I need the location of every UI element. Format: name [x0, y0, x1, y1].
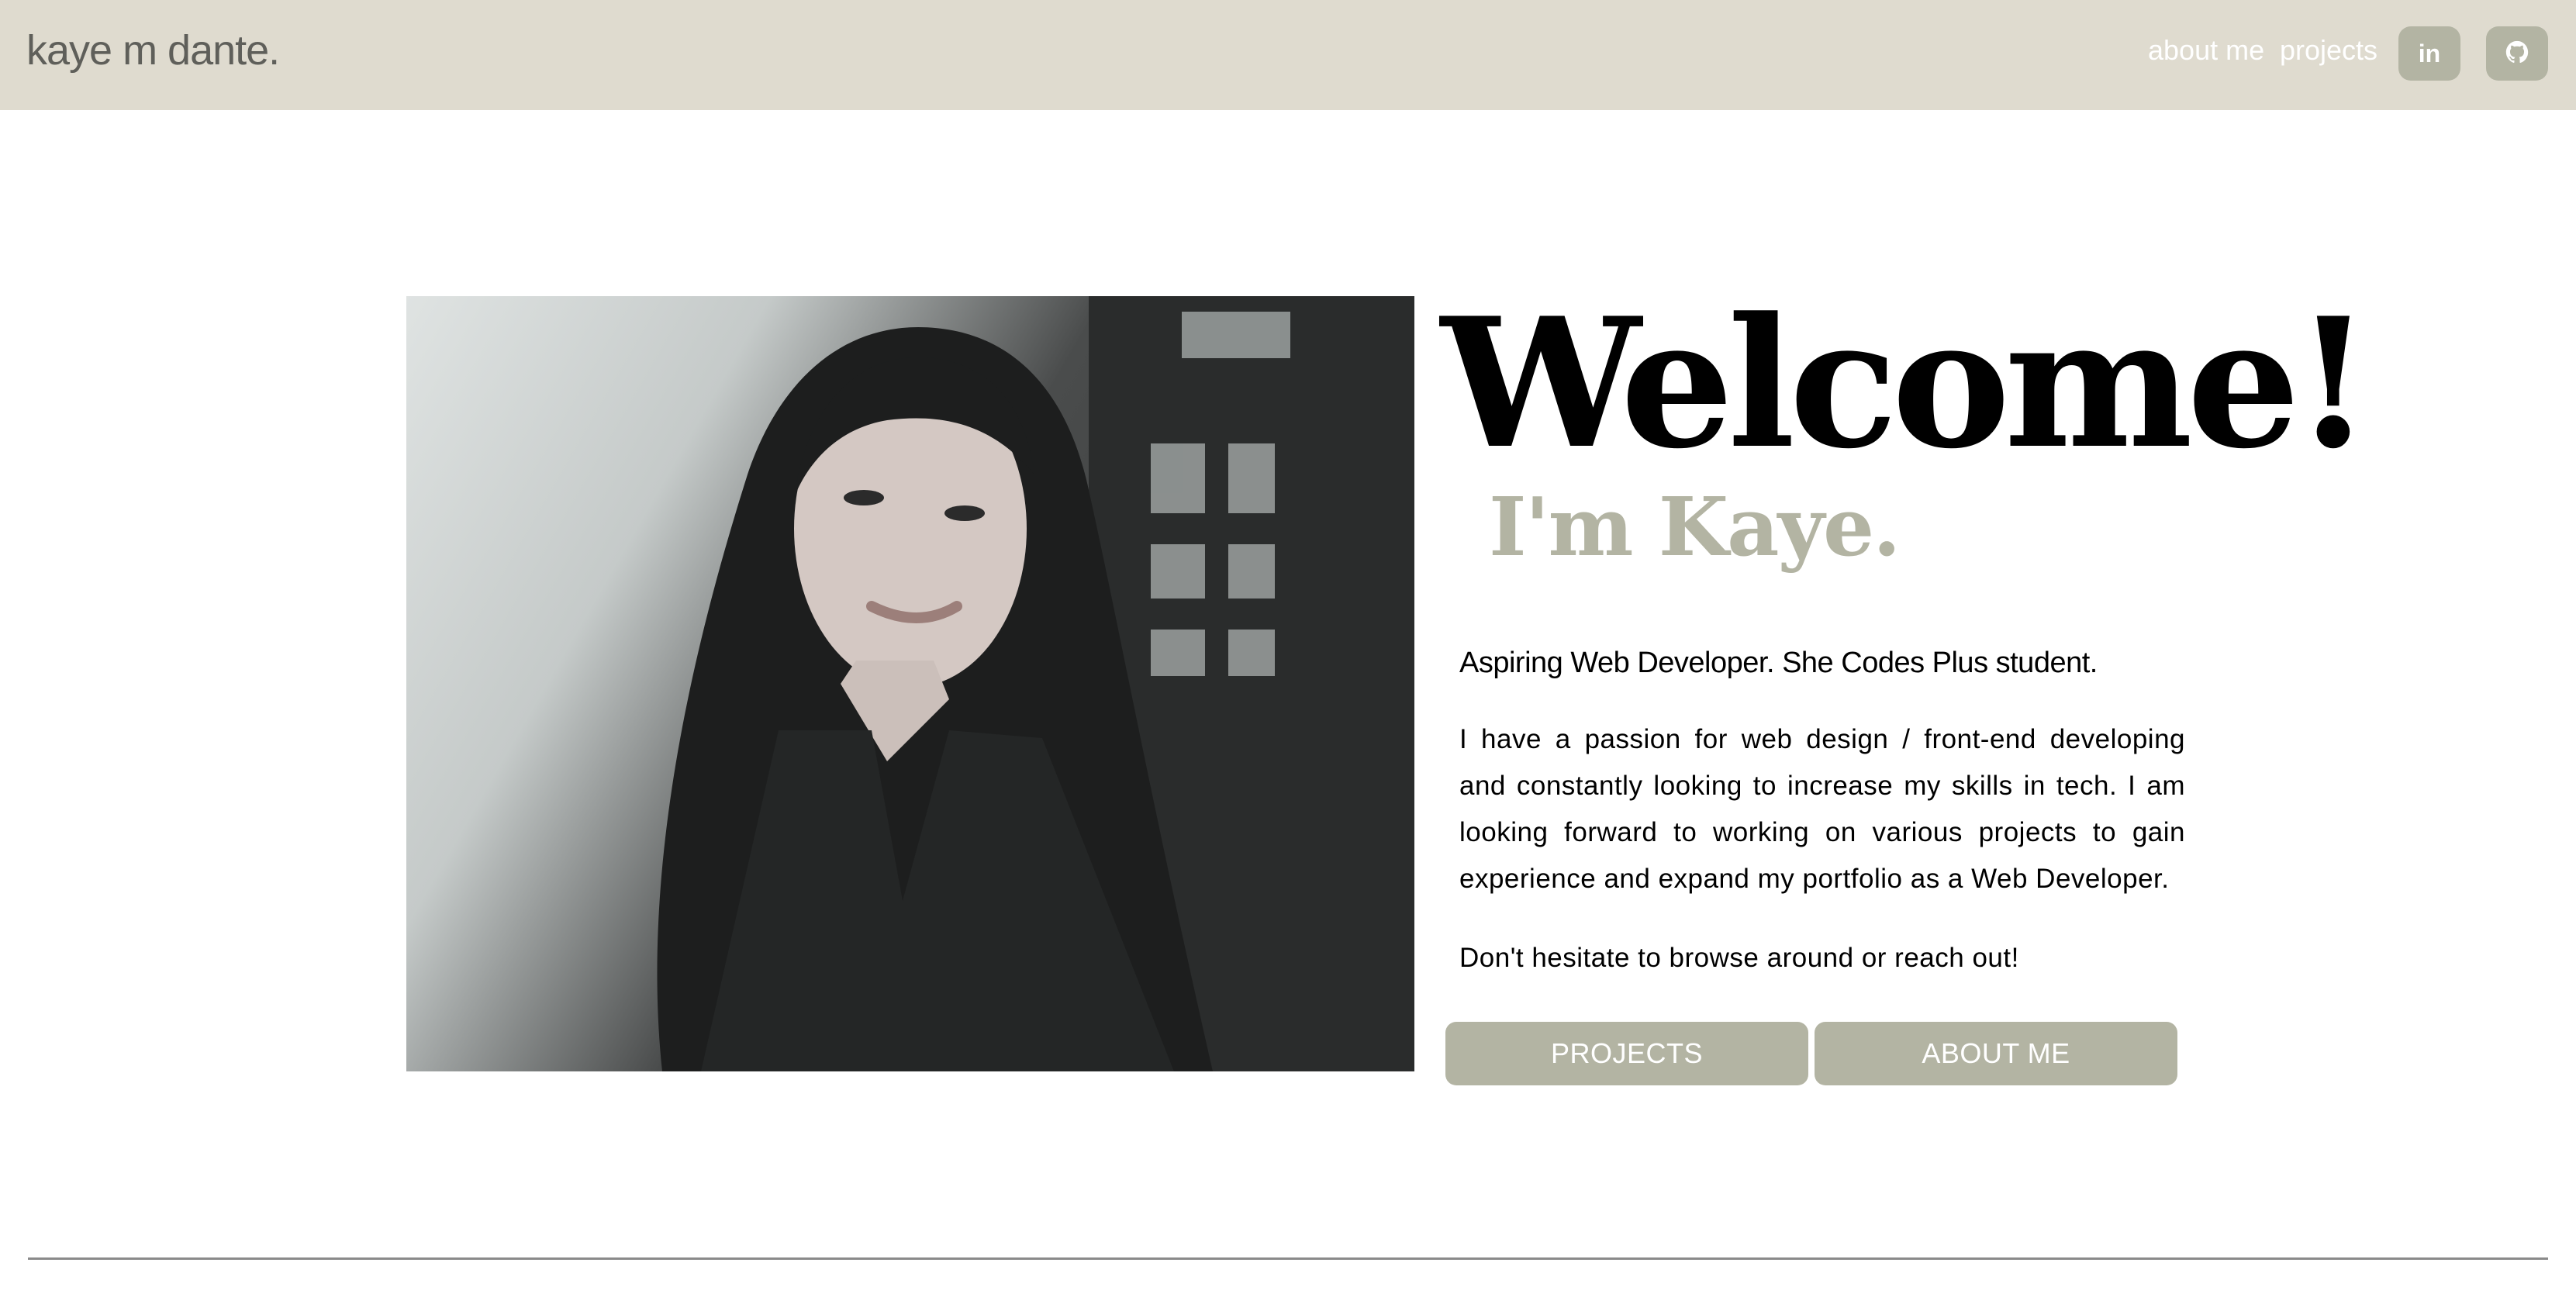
nav-link-about-me[interactable]: about me [2148, 34, 2264, 67]
footer-divider [28, 1257, 2548, 1260]
welcome-heading: Welcome! [1441, 279, 2372, 488]
linkedin-icon: in [2418, 39, 2441, 67]
github-icon [2504, 39, 2530, 69]
brand-logo[interactable]: kaye m dante. [26, 26, 280, 74]
nav-link-projects[interactable]: projects [2280, 34, 2377, 67]
about-me-button[interactable]: ABOUT ME [1815, 1022, 2177, 1085]
linkedin-button[interactable]: in [2398, 26, 2460, 81]
portrait-illustration [657, 296, 1414, 1071]
navbar: kaye m dante. about me projects in [0, 0, 2576, 110]
name-subtitle: I'm Kaye. [1489, 479, 1901, 574]
projects-button[interactable]: PROJECTS [1445, 1022, 1808, 1085]
profile-photo [406, 296, 1414, 1071]
github-button[interactable] [2486, 26, 2548, 81]
intro-paragraph: I have a passion for web design / front-… [1459, 724, 2185, 894]
tagline: Aspiring Web Developer. She Codes Plus s… [1459, 647, 2098, 679]
closing-text: Don't hesitate to browse around or reach… [1459, 943, 2019, 973]
